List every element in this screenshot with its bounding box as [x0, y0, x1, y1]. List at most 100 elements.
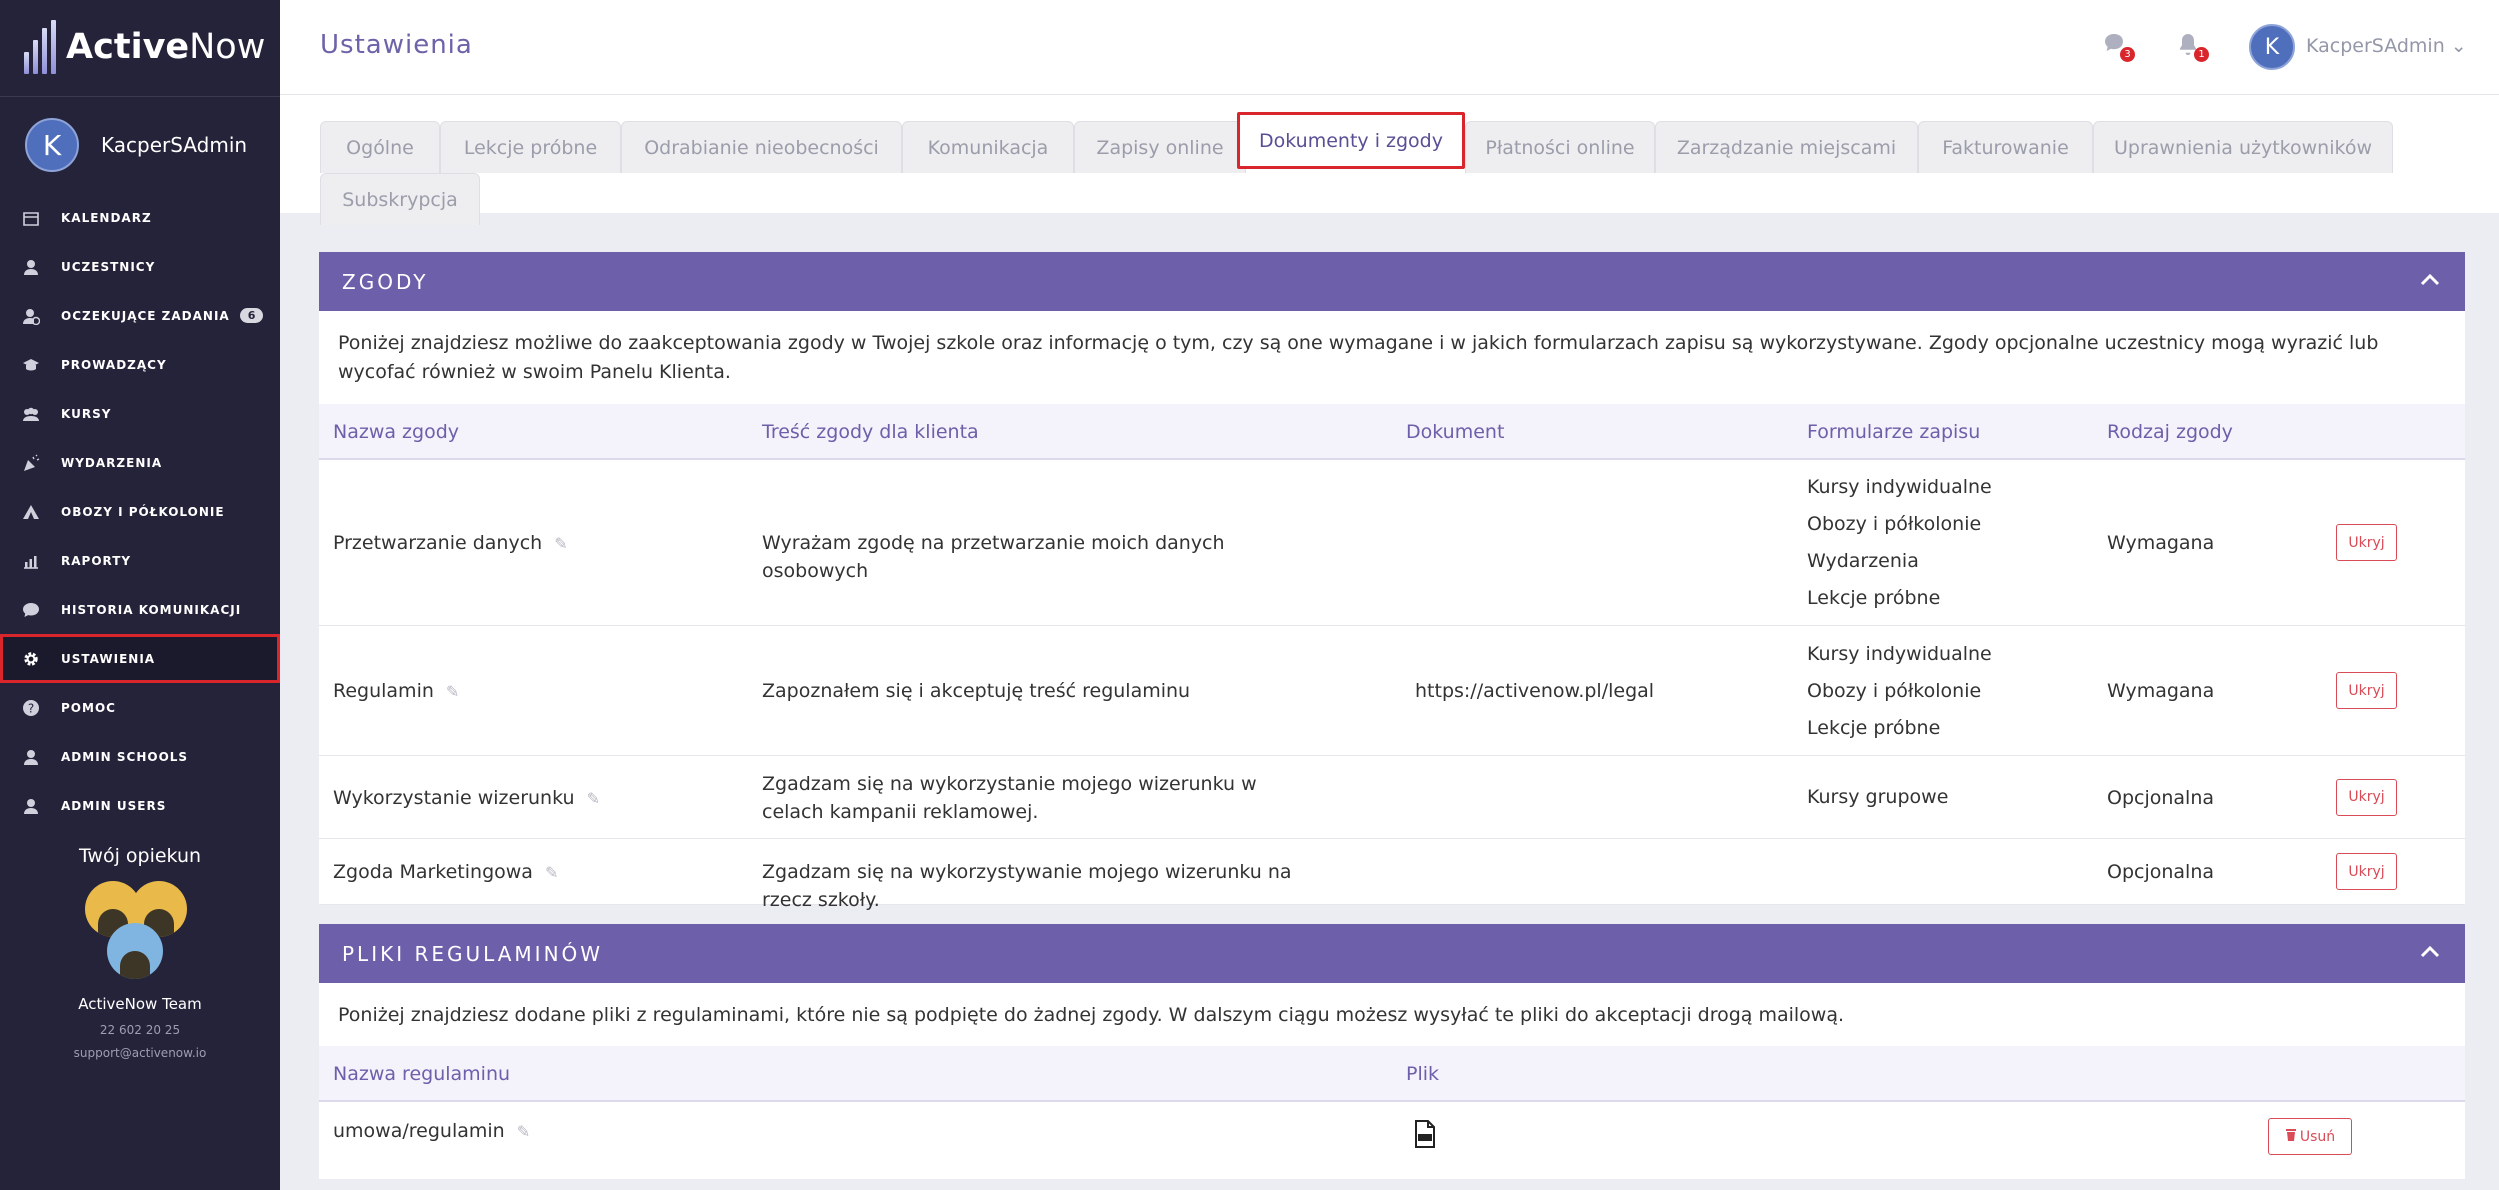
top-avatar[interactable]: K — [2249, 24, 2295, 70]
caretaker-phone[interactable]: 22 602 20 25 — [0, 1023, 280, 1037]
user-menu-dropdown[interactable]: KacperSAdmin ⌄ — [2306, 35, 2467, 57]
caretaker-box: Twój opiekun ActiveNow Team 22 602 20 25… — [0, 845, 280, 1060]
regulations-description: Poniżej znajdziesz dodane pliki z regula… — [338, 1004, 1845, 1026]
consent-name-cell: Wykorzystanie wizerunku ✎ — [333, 780, 600, 817]
sidebar: ActiveNow K KacperSAdmin KALENDARZ UCZEST… — [0, 0, 280, 1190]
sidebar-item-admin-schools[interactable]: ADMIN SCHOOLS — [0, 732, 280, 781]
graduation-cap-icon — [22, 356, 40, 374]
tab-fakturowanie[interactable]: Fakturowanie — [1918, 121, 2093, 173]
consents-panel-header[interactable]: ZGODY — [319, 252, 2465, 311]
pencil-icon[interactable]: ✎ — [517, 1113, 530, 1150]
consent-document-link[interactable]: https://activenow.pl/legal — [1415, 673, 1654, 710]
chevron-up-icon[interactable] — [2419, 269, 2441, 291]
tab-komunikacja[interactable]: Komunikacja — [902, 121, 1074, 173]
chat-notifications-button[interactable]: 3 — [2103, 32, 2135, 62]
pdf-file-icon[interactable] — [1413, 1120, 1437, 1148]
consent-name-cell: Przetwarzanie danych ✎ — [333, 525, 568, 562]
column-header: Treść zgody dla klienta — [762, 421, 979, 443]
sidebar-item-kursy[interactable]: KURSY — [0, 389, 280, 438]
consents-title: ZGODY — [342, 269, 429, 294]
notification-count-badge: 1 — [2194, 47, 2209, 62]
sidebar-item-historia-komunikacji[interactable]: HISTORIA KOMUNIKACJI — [0, 585, 280, 634]
sidebar-nav: KALENDARZ UCZESTNICY OCZEKUJĄCE ZADANIA 6 PR… — [0, 193, 280, 830]
delete-regulation-button[interactable]: Usuń — [2268, 1118, 2352, 1155]
sidebar-item-label: KALENDARZ — [61, 210, 152, 225]
sidebar-item-uczestnicy[interactable]: UCZESTNICY — [0, 242, 280, 291]
caretaker-email[interactable]: support@activenow.io — [0, 1046, 280, 1060]
tab-zapisy-online[interactable]: Zapisy online — [1074, 121, 1246, 173]
regulation-name: umowa/regulamin — [333, 1120, 505, 1142]
user-icon — [22, 748, 40, 766]
pencil-icon[interactable]: ✎ — [554, 525, 567, 562]
signup-form-item: Lekcje próbne — [1807, 587, 1941, 609]
tent-icon — [22, 503, 40, 521]
svg-text:?: ? — [28, 701, 34, 715]
signup-form-item: Obozy i półkolonie — [1807, 679, 1982, 702]
column-header: Nazwa regulaminu — [333, 1063, 511, 1085]
logo-bars-icon — [24, 20, 56, 74]
hide-consent-button[interactable]: Ukryj — [2336, 672, 2397, 709]
gear-icon — [22, 650, 40, 668]
sidebar-item-admin-users[interactable]: ADMIN USERS — [0, 781, 280, 830]
avatar: K — [25, 118, 79, 172]
signup-form-item: Obozy i półkolonie — [1807, 513, 1982, 535]
sidebar-item-label: POMOC — [61, 700, 116, 715]
sidebar-divider — [0, 96, 280, 97]
signup-form-item: Kursy indywidualne — [1807, 476, 1992, 498]
consent-name-cell: Regulamin ✎ — [333, 673, 459, 710]
column-header: Dokument — [1406, 421, 1505, 443]
tab-uprawnienia-użytkowników[interactable]: Uprawnienia użytkowników — [2093, 121, 2393, 173]
hide-consent-button[interactable]: Ukryj — [2336, 524, 2397, 561]
hide-consent-button[interactable]: Ukryj — [2336, 853, 2397, 890]
consent-name: Wykorzystanie wizerunku — [333, 786, 575, 809]
sidebar-item-ustawienia[interactable]: USTAWIENIA — [0, 634, 280, 683]
sidebar-user[interactable]: K KacperSAdmin — [25, 118, 247, 172]
user-clock-icon — [22, 307, 40, 325]
pencil-icon[interactable]: ✎ — [587, 780, 600, 817]
sidebar-item-raporty[interactable]: RAPORTY — [0, 536, 280, 585]
sidebar-user-name: KacperSAdmin — [101, 133, 248, 157]
sidebar-item-label: USTAWIENIA — [61, 651, 156, 666]
consent-content: Zgadzam się na wykorzystanie mojego wize… — [762, 772, 1257, 823]
chevron-up-icon[interactable] — [2419, 941, 2441, 963]
regulations-title: PLIKI REGULAMINÓW — [342, 941, 604, 966]
consents-table-header: Nazwa zgody Treść zgody dla klienta Dokume… — [319, 404, 2465, 460]
party-icon — [22, 454, 40, 472]
tab-zarządzanie-miejscami[interactable]: Zarządzanie miejscami — [1655, 121, 1918, 173]
consent-name: Zgoda Marketingowa — [333, 861, 533, 883]
regulations-panel-header[interactable]: PLIKI REGULAMINÓW — [319, 924, 2465, 983]
consent-type: Wymagana — [2107, 680, 2215, 702]
column-header: Plik — [1406, 1063, 1440, 1085]
table-row: Zgoda Marketingowa ✎ Zgadzam się na wykorz… — [319, 839, 2465, 911]
consent-content: Zgadzam się na wykorzystywanie mojego wi… — [762, 861, 1292, 911]
signup-form-item: Lekcje próbne — [1807, 716, 1941, 739]
tab-subskrypcja[interactable]: Subskrypcja — [320, 173, 480, 225]
chat-count-badge: 3 — [2120, 47, 2135, 62]
column-header: Formularze zapisu — [1807, 421, 1981, 443]
tab-dokumenty-i-zgody[interactable]: Dokumenty i zgody — [1237, 112, 1465, 169]
page-title: Ustawienia — [320, 30, 473, 60]
sidebar-item-wydarzenia[interactable]: WYDARZENIA — [0, 438, 280, 487]
sidebar-item-label: RAPORTY — [61, 553, 132, 568]
regulations-panel: PLIKI REGULAMINÓW Poniżej znajdziesz dod… — [319, 924, 2465, 1179]
sidebar-item-oczekujące-zadania[interactable]: OCZEKUJĄCE ZADANIA 6 — [0, 291, 280, 340]
hide-consent-button[interactable]: Ukryj — [2336, 778, 2397, 816]
sidebar-item-label: KURSY — [61, 406, 112, 421]
sidebar-item-obozy-i-półkolonie[interactable]: OBOZY I PÓŁKOLONIE — [0, 487, 280, 536]
sidebar-item-prowadzący[interactable]: PROWADZĄCY — [0, 340, 280, 389]
tab-płatności-online[interactable]: Płatności online — [1465, 121, 1655, 173]
pencil-icon[interactable]: ✎ — [446, 673, 459, 710]
tab-ogólne[interactable]: Ogólne — [320, 121, 440, 173]
consent-name: Regulamin — [333, 680, 434, 702]
tab-lekcje-próbne[interactable]: Lekcje próbne — [440, 121, 621, 173]
tab-odrabianie-nieobecności[interactable]: Odrabianie nieobecności — [621, 121, 902, 173]
sidebar-item-kalendarz[interactable]: KALENDARZ — [0, 193, 280, 242]
sidebar-item-label: WYDARZENIA — [61, 455, 163, 470]
sidebar-item-pomoc[interactable]: ? POMOC — [0, 683, 280, 732]
activenow-logo[interactable]: ActiveNow — [24, 18, 265, 76]
notifications-button[interactable]: 1 — [2177, 32, 2209, 62]
caretaker-team: ActiveNow Team — [78, 995, 202, 1013]
regulation-name-cell: umowa/regulamin ✎ — [333, 1113, 530, 1150]
pencil-icon[interactable]: ✎ — [545, 854, 558, 891]
calendar-icon — [22, 209, 40, 227]
